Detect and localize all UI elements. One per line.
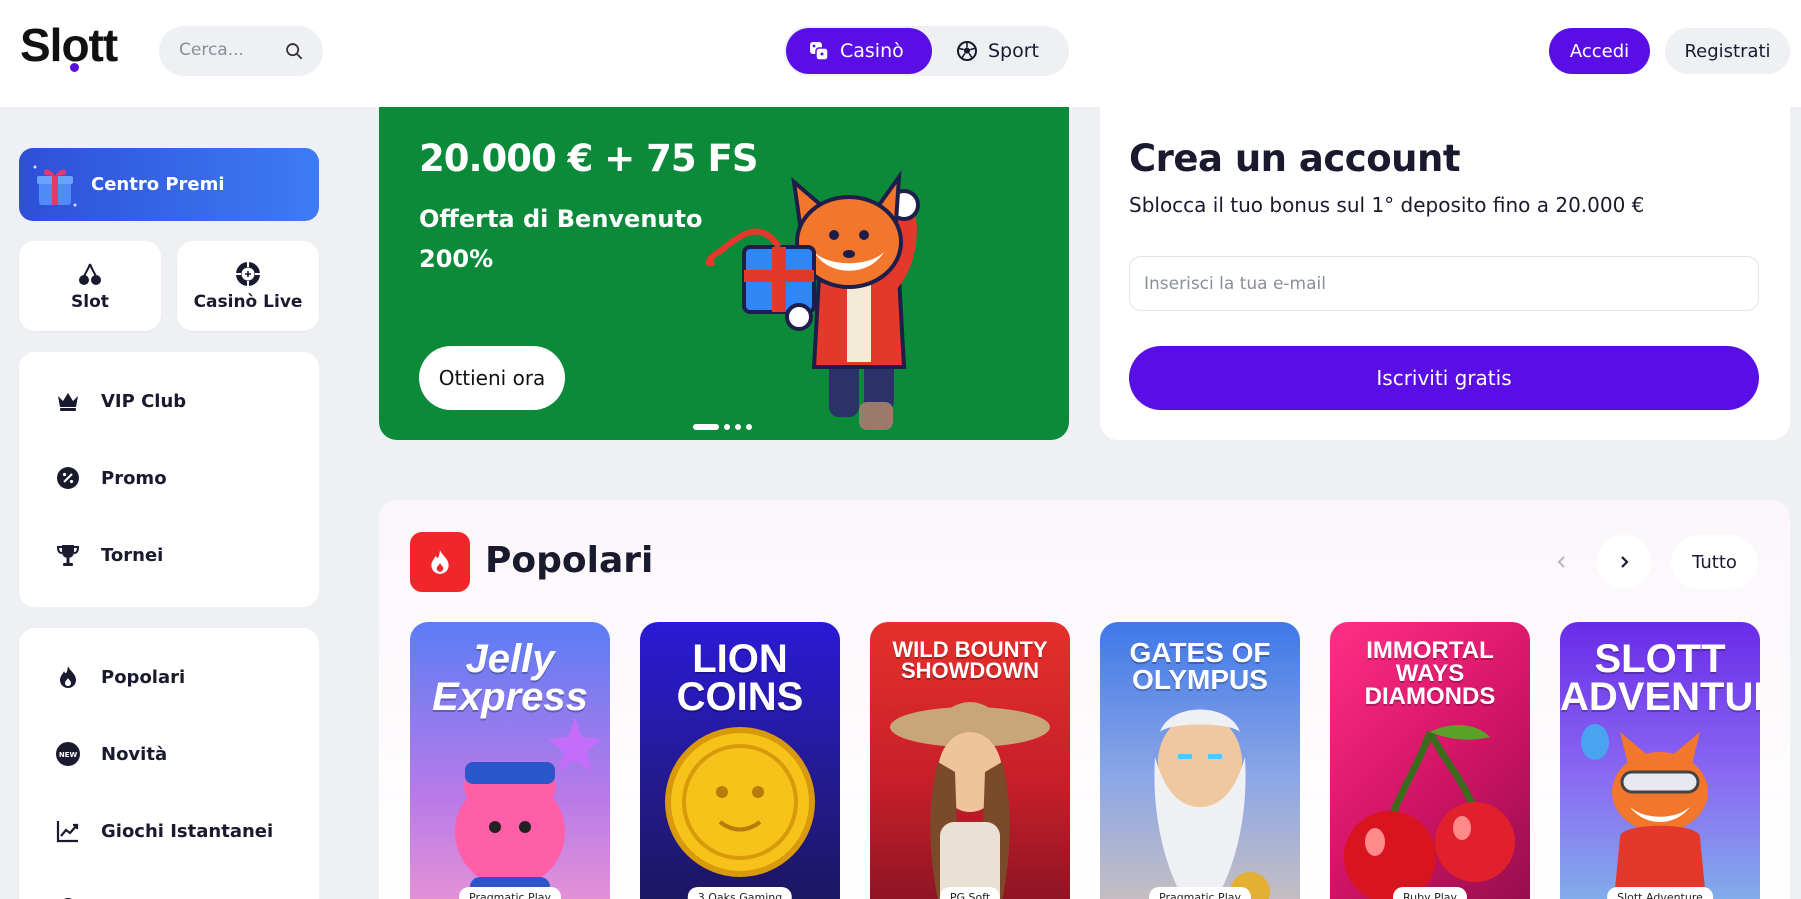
sidebar-item-giochi-istantanei[interactable]: Giochi Istantanei [55,811,273,851]
game-provider: Slott Adventure [1607,887,1713,899]
game-title: SLOTT ADVENTURE [1560,637,1760,719]
chevron-left-icon [1557,556,1565,568]
section-title: Popolari [485,540,654,581]
sidebar-item-novita[interactable]: NEW Novità [55,734,167,774]
sidebar-item-label: Promo [101,467,167,489]
game-provider: 3 Oaks Gaming [687,887,793,899]
carousel-dot[interactable] [746,424,752,430]
flame-icon [431,550,449,574]
trophy-icon [56,545,80,566]
search-icon[interactable] [285,42,303,60]
game-card-gates-of-olympus[interactable]: GATES OF OLYMPUS Pragmatic Play [1100,622,1300,899]
game-title: LION COINS [676,637,804,719]
sidebar-item-label: Tornei [101,544,164,566]
sidebar-panel-features: VIP Club Promo Tornei [19,352,319,607]
game-card-wild-bounty[interactable]: WILD BOUNTY SHOWDOWN PG Soft [870,622,1070,899]
top-header: Slott Casinò Sport Accedi Registrati [0,0,1801,107]
sidebar-item-popolari[interactable]: Popolari [55,657,185,697]
sidebar-item-tornei[interactable]: Tornei [55,535,163,575]
game-title: WILD BOUNTY SHOWDOWN [892,637,1048,683]
soccer-ball-icon [957,41,977,61]
game-title: IMMORTAL WAYS DIAMONDS [1364,637,1496,710]
dice-icon [810,42,829,61]
signup-subtitle: Sblocca il tuo bonus sul 1° deposito fin… [1129,193,1645,217]
signup-button[interactable]: Iscriviti gratis [1129,346,1759,410]
new-badge-icon: NEW [56,742,80,766]
see-all-button[interactable]: Tutto [1671,535,1758,589]
sidebar-item-label: Popolari [101,666,186,688]
tab-sport-label: Sport [988,40,1040,62]
fox-mascot-illustration [705,170,920,430]
hero-banner[interactable]: 20.000 € + 75 FS Offerta di Benvenuto 20… [379,107,1069,440]
popular-flame-badge [410,532,470,592]
sidebar-item-label: VIP Club [101,390,187,412]
casino-sport-switch: Casinò Sport [784,26,1069,76]
carousel-dot[interactable] [735,424,741,430]
quick-link-slot[interactable]: Slot [19,241,161,331]
game-provider: PG Soft [939,887,1001,899]
tab-casino-label: Casinò [840,40,904,62]
more-category-icon [64,898,72,899]
quick-link-live-casino[interactable]: Casinò Live [177,241,319,331]
sidebar-item-label: Novità [101,743,168,765]
login-button[interactable]: Accedi [1549,28,1650,74]
carousel-dot[interactable] [724,424,730,430]
carousel-next-button[interactable] [1597,535,1651,589]
email-field[interactable] [1129,256,1759,311]
chart-up-icon [56,821,79,843]
game-card-jelly-express[interactable]: Jelly Express Pragmatic Play [410,622,610,899]
cherries-icon [79,263,101,285]
carousel-prev-button[interactable] [1535,535,1589,589]
game-provider: Pragmatic Play [459,887,561,899]
sidebar-panel-categories: Popolari NEW Novità Giochi Istantanei [19,628,319,899]
reward-center-button[interactable]: Centro Premi [19,148,319,221]
logo-dot [70,63,79,72]
game-title: Jelly Express [432,637,588,719]
sidebar-item-partial[interactable] [55,886,81,899]
logo[interactable]: Slott [20,18,118,72]
sidebar-item-promo[interactable]: Promo [55,458,167,498]
flame-icon [60,666,76,688]
search-box[interactable] [159,26,323,76]
gift-icon [33,165,77,206]
quick-link-slot-label: Slot [71,292,109,312]
signup-card: Crea un account Sblocca il tuo bonus sul… [1100,107,1790,440]
hero-cta-button[interactable]: Ottieni ora [419,346,565,410]
game-card-lion-coins[interactable]: LION COINS 3 Oaks Gaming [640,622,840,899]
carousel-dot[interactable] [693,424,719,430]
chevron-right-icon [1621,556,1629,568]
game-provider: Ruby Play [1392,887,1468,899]
quick-link-live-label: Casinò Live [193,292,303,312]
reward-center-label: Centro Premi [91,174,225,195]
svg-text:NEW: NEW [59,751,78,759]
popular-games-section: Popolari Tutto Jelly Express Pragmatic P… [379,500,1790,899]
sidebar-item-label: Giochi Istantanei [101,820,274,842]
carousel-dots [693,424,752,430]
signup-title: Crea un account [1129,137,1461,180]
tab-sport[interactable]: Sport [934,28,1067,74]
game-card-immortal-ways[interactable]: IMMORTAL WAYS DIAMONDS Ruby Play [1330,622,1530,899]
game-provider: Pragmatic Play [1149,887,1251,899]
crown-icon [58,393,78,411]
register-button[interactable]: Registrati [1665,28,1790,74]
hero-subtitle: Offerta di Benvenuto 200% [419,205,703,273]
game-title: GATES OF OLYMPUS [1129,637,1271,695]
search-input[interactable] [179,40,275,60]
percent-badge-icon [57,467,79,489]
game-card-slott-adventure[interactable]: SLOTT ADVENTURE Slott Adventure [1560,622,1760,899]
poker-chip-icon [236,262,260,286]
sidebar-item-vip-club[interactable]: VIP Club [55,381,186,421]
tab-casino[interactable]: Casinò [786,28,932,74]
